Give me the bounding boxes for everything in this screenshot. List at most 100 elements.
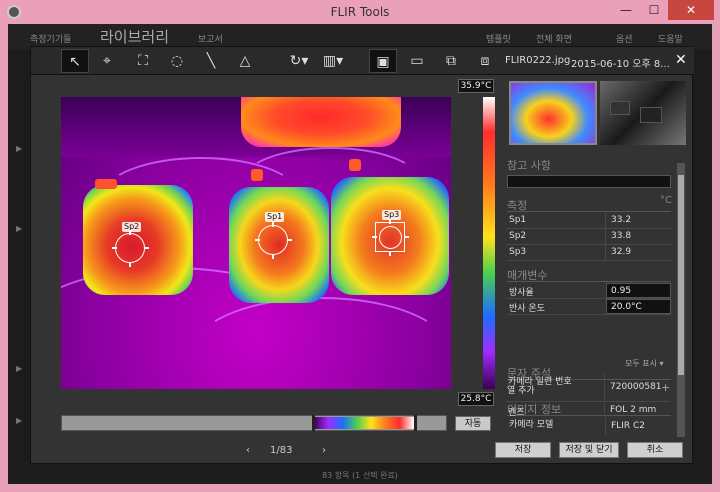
- window-titlebar: FLIR Tools — ☐ ✕: [0, 0, 720, 24]
- thermal-connector: [251, 169, 263, 181]
- range-min-handle[interactable]: [312, 415, 315, 431]
- thermal-image[interactable]: Sp2 Sp1 Sp3: [61, 97, 451, 389]
- spot-marker-sp3[interactable]: [372, 219, 409, 256]
- palette-icon[interactable]: ▥▾: [319, 49, 347, 73]
- divider: [507, 281, 671, 282]
- minimize-button[interactable]: —: [612, 0, 640, 20]
- param-row: 방사율 0.95: [507, 283, 671, 299]
- panel-scrollbar-thumb[interactable]: [678, 175, 684, 375]
- bg-expand-icon[interactable]: ▶: [16, 364, 22, 373]
- info-value: FOL 2 mm: [610, 405, 657, 415]
- next-image-button[interactable]: ›: [322, 445, 326, 456]
- delta-tool-icon[interactable]: △: [231, 49, 259, 73]
- spot-tick: [129, 262, 131, 267]
- image-mode-visual-icon[interactable]: ▭: [403, 49, 431, 73]
- range-max-handle[interactable]: [414, 415, 417, 431]
- nav-help[interactable]: 도움말: [658, 32, 683, 45]
- reflected-temp-input[interactable]: 20.0°C: [606, 299, 671, 314]
- info-name: 카메라 일련 번호: [508, 377, 572, 387]
- maximize-button[interactable]: ☐: [640, 0, 668, 20]
- bg-expand-icon[interactable]: ▶: [16, 224, 22, 233]
- thumbnail-object: [640, 107, 662, 123]
- spot-label-sp2: Sp2: [122, 222, 142, 232]
- spot-tick: [404, 236, 409, 238]
- image-mode-ir-icon[interactable]: ▣: [369, 49, 397, 73]
- auto-scale-button[interactable]: 자동: [455, 416, 491, 431]
- measure-name: Sp1: [509, 215, 527, 225]
- spot-tick: [389, 251, 391, 256]
- notes-title: 참고 사항: [507, 159, 551, 172]
- dialog-close-icon[interactable]: ✕: [675, 52, 687, 68]
- bg-expand-icon[interactable]: ▶: [16, 416, 22, 425]
- spot-tick: [372, 236, 377, 238]
- rotate-icon[interactable]: ↻▾: [285, 49, 313, 73]
- save-and-close-button[interactable]: 저장 및 닫기: [559, 442, 619, 458]
- measure-unit: °C: [660, 195, 672, 206]
- spot-label-sp1: Sp1: [265, 212, 285, 222]
- thumbnail-ir[interactable]: [509, 81, 597, 145]
- notes-input[interactable]: [507, 175, 671, 188]
- nav-report[interactable]: 보고서: [198, 32, 223, 45]
- spot-tool-icon[interactable]: ⌖: [93, 49, 121, 73]
- measure-row[interactable]: Sp3 32.9: [507, 245, 671, 261]
- spot-tick: [287, 239, 292, 241]
- thermal-connector: [349, 159, 361, 171]
- measure-row[interactable]: Sp2 33.8: [507, 229, 671, 245]
- file-date: 2015-06-10 오후 8...: [571, 59, 670, 70]
- thermal-hot-object: [241, 97, 401, 147]
- spot-label-sp3: Sp3: [382, 210, 402, 220]
- spot-tick: [389, 219, 391, 224]
- nav-library[interactable]: 라이브러리: [100, 26, 169, 47]
- background-status: 83 항목 (1 선택 완료): [322, 471, 398, 480]
- select-tool-icon[interactable]: ↖: [61, 49, 89, 73]
- nav-template[interactable]: 템플릿: [486, 32, 511, 45]
- window-close-button[interactable]: ✕: [668, 0, 714, 20]
- thermal-connector: [95, 179, 117, 189]
- thumbnail-visual[interactable]: [600, 81, 686, 145]
- param-row: 반사 온도 20.0°C: [507, 299, 671, 315]
- spot-tick: [272, 222, 274, 227]
- info-value: FLIR C2: [611, 421, 645, 431]
- measure-value: 33.2: [611, 215, 632, 225]
- prev-image-button[interactable]: ‹: [246, 445, 250, 456]
- info-row: 카메라 일련 번호 720000581: [506, 374, 670, 402]
- temperature-scale-bar: [483, 97, 495, 389]
- temp-max-label[interactable]: 35.9°C: [458, 79, 494, 93]
- nav-fullscreen[interactable]: 전체 화면: [536, 32, 572, 45]
- info-name: 카메라 모델: [509, 420, 554, 430]
- info-row: 렌즈 FOL 2 mm: [506, 403, 670, 418]
- info-row: 카메라 모델 FLIR C2: [507, 417, 671, 435]
- spot-tick: [129, 230, 131, 235]
- image-mode-msx-icon[interactable]: ⧉: [437, 49, 465, 73]
- divider: [507, 211, 671, 212]
- measure-row[interactable]: Sp1 33.2: [507, 213, 671, 229]
- measure-value: 33.8: [611, 231, 632, 241]
- info-value: 720000581: [610, 382, 662, 392]
- box-tool-icon[interactable]: ⛶: [129, 49, 157, 73]
- emissivity-input[interactable]: 0.95: [606, 283, 671, 298]
- range-gradient: [314, 417, 414, 429]
- measure-name: Sp2: [509, 231, 527, 241]
- measure-value: 32.9: [611, 247, 632, 257]
- pager-text: 1/83: [270, 445, 293, 456]
- spot-marker-sp2[interactable]: [112, 230, 149, 267]
- param-name: 반사 온도: [509, 304, 545, 314]
- temp-min-label[interactable]: 25.8°C: [458, 392, 494, 406]
- save-button[interactable]: 저장: [495, 442, 551, 458]
- spot-tick: [272, 254, 274, 259]
- pager: ‹ 1/83 ›: [246, 445, 366, 461]
- spot-tick: [112, 247, 117, 249]
- nav-options[interactable]: 옵션: [616, 32, 633, 45]
- line-tool-icon[interactable]: ╲: [197, 49, 225, 73]
- spot-marker-sp1[interactable]: [255, 222, 292, 259]
- temperature-range-slider[interactable]: [61, 415, 447, 431]
- nav-devices[interactable]: 측정기기들: [30, 32, 71, 45]
- image-mode-pip-icon[interactable]: ⧈: [471, 49, 499, 73]
- thumbnail-object: [610, 101, 630, 115]
- param-name: 방사율: [509, 288, 534, 298]
- cancel-button[interactable]: 취소: [627, 442, 683, 458]
- bg-expand-icon[interactable]: ▶: [16, 144, 22, 153]
- circle-tool-icon[interactable]: ◌: [163, 49, 191, 73]
- show-all-dropdown[interactable]: 모두 표시 ▾: [625, 358, 664, 369]
- spot-tick: [255, 239, 260, 241]
